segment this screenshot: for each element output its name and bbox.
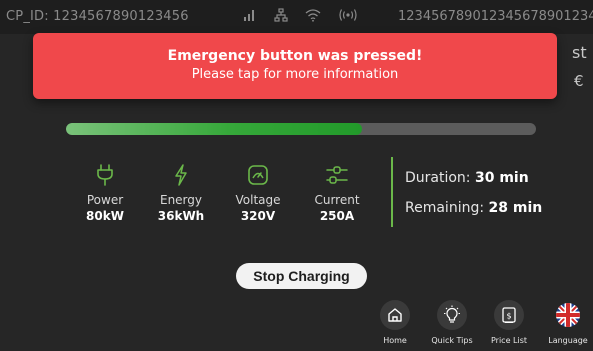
duration-value: 30 min — [474, 170, 529, 186]
home-icon — [388, 308, 402, 322]
uk-flag-icon — [556, 303, 580, 327]
metric-power: Power 80kW — [65, 162, 145, 223]
price-list-icon: $ — [502, 307, 516, 323]
lightning-icon — [175, 164, 187, 186]
plug-icon — [97, 164, 113, 186]
remaining-value: 28 min — [488, 200, 543, 216]
signal-icon — [244, 10, 254, 21]
status-bar: CP_ID: 1234567890123456 1234567890123456… — [0, 0, 593, 34]
gauge-icon — [248, 165, 268, 185]
nav-label: Home — [383, 336, 407, 345]
charging-progress-bar — [66, 123, 536, 135]
network-icon — [274, 8, 288, 22]
metric-voltage: Voltage 320V — [218, 162, 298, 223]
cp-id-text: CP_ID: 1234567890123456 — [6, 9, 189, 24]
sliders-icon — [326, 166, 348, 184]
stop-charging-button[interactable]: Stop Charging — [236, 263, 367, 289]
duration-info: Duration: 30 min — [405, 170, 529, 186]
nav-item-home[interactable]: Home — [366, 300, 424, 345]
nav-item-price-list[interactable]: $ Price List — [480, 300, 538, 345]
svg-text:$: $ — [506, 312, 511, 321]
metric-current: Current 250A — [297, 162, 377, 223]
wifi-icon — [305, 9, 321, 22]
charging-metrics: Power 80kW Energy 36kWh Voltage 320V Cur… — [70, 162, 390, 242]
background-currency-fragment: € — [574, 72, 584, 90]
nav-label: Price List — [490, 336, 528, 345]
nav-label: Quick Tips — [431, 336, 473, 345]
metric-value: 36kWh — [157, 209, 205, 223]
metrics-divider — [391, 157, 393, 227]
metric-value: 80kW — [86, 209, 124, 223]
nav-item-quick-tips[interactable]: Quick Tips — [423, 300, 481, 345]
metric-energy: Energy 36kWh — [141, 162, 221, 223]
remaining-info: Remaining: 28 min — [405, 200, 542, 216]
metric-value: 320V — [240, 209, 276, 223]
nav-label: Language — [548, 336, 588, 345]
metric-value: 250A — [319, 209, 355, 223]
status-icons — [243, 8, 358, 22]
background-title-fragment: st — [572, 43, 587, 62]
remaining-label: Remaining: — [405, 200, 485, 216]
emergency-alert-banner[interactable]: Emergency button was pressed! Please tap… — [33, 33, 557, 99]
duration-label: Duration: — [405, 170, 471, 186]
metric-label: Voltage — [235, 193, 281, 207]
metric-label: Energy — [159, 193, 202, 207]
device-id-text: 1234567890123456789012345 — [398, 9, 593, 24]
broadcast-icon — [339, 9, 357, 21]
lightbulb-icon — [444, 305, 460, 323]
alert-subtitle: Please tap for more information — [191, 67, 399, 82]
metric-label: Current — [314, 193, 360, 207]
bottom-navigation: Home Quick Tips $ Price List Language — [380, 300, 593, 351]
charging-progress-fill — [66, 123, 363, 135]
nav-item-language[interactable]: Language — [539, 300, 593, 345]
alert-title: Emergency button was pressed! — [167, 48, 423, 64]
metric-label: Power — [86, 193, 124, 207]
